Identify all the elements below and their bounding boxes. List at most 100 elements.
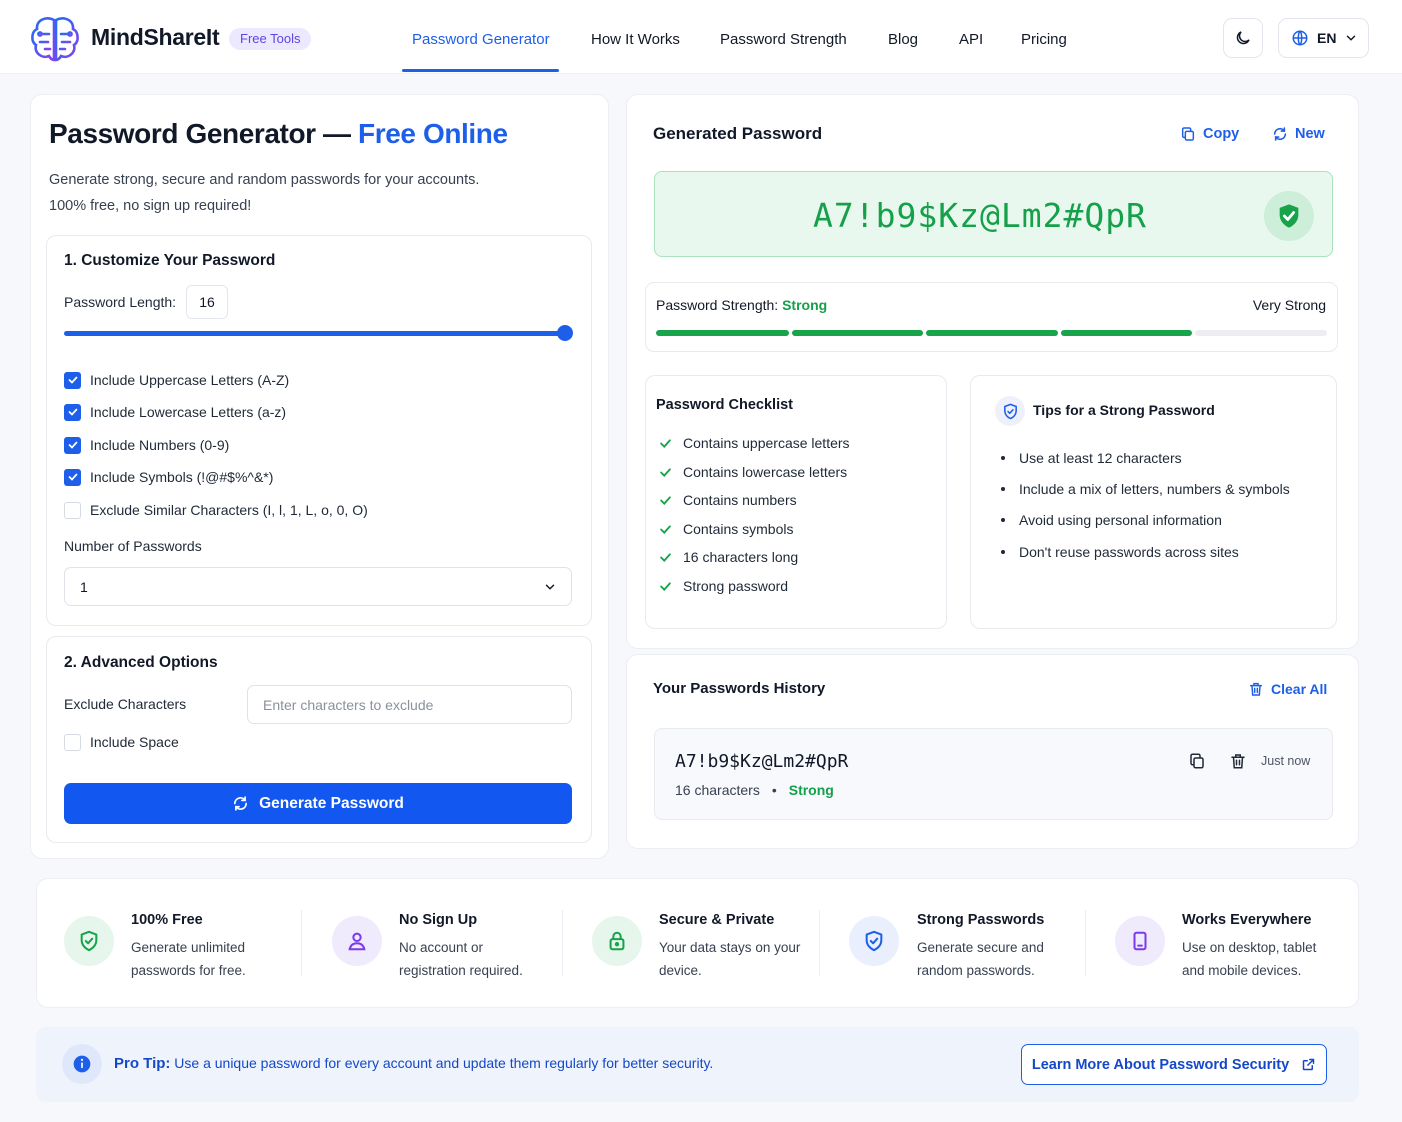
generated-password-box[interactable]: A7!b9$Kz@Lm2#QpR [654,171,1333,257]
nav-pricing[interactable]: Pricing [1021,31,1067,48]
learn-more-button[interactable]: Learn More About Password Security [1021,1044,1327,1085]
generated-title: Generated Password [653,124,823,143]
brain-logo-icon[interactable] [28,14,82,62]
feature-divider [819,910,820,976]
history-title: Your Passwords History [653,680,826,697]
checkbox-unchecked[interactable] [64,733,81,751]
tablet-icon [1133,931,1147,951]
feature-title: Secure & Private [659,912,775,928]
copy-icon[interactable] [1188,752,1206,770]
bullet [1001,487,1005,491]
clear-all-label: Clear All [1271,681,1328,697]
history-length: 16 characters [675,782,760,798]
nav-active-indicator [402,69,559,72]
moon-icon [1236,31,1250,45]
nav-password-generator[interactable]: Password Generator [412,31,550,48]
generate-password-button[interactable]: Generate Password [64,783,572,824]
learn-more-label: Learn More About Password Security [1031,1056,1290,1073]
option-numbers[interactable]: Include Numbers (0-9) [64,435,229,455]
strength-value: Strong [782,297,828,313]
top-header: MindShareIt Free Tools Password Generato… [0,0,1402,74]
theme-toggle-button[interactable] [1223,18,1263,58]
nav-how-it-works[interactable]: How It Works [591,31,680,48]
checklist-text: Contains lowercase letters [683,464,848,480]
user-icon [348,932,366,951]
feature-title: Works Everywhere [1182,912,1312,928]
feature-badge-free [64,916,114,966]
checklist-item: 16 characters long [658,549,798,565]
shield-check-icon [1003,403,1017,419]
info-badge [62,1044,102,1084]
history-password[interactable]: A7!b9$Kz@Lm2#QpR [675,751,848,772]
length-value-field[interactable]: 16 [186,285,228,319]
tip-text: Use at least 12 characters [1019,450,1182,466]
exclude-characters-input[interactable] [247,685,572,724]
strength-segment-3 [926,330,1058,336]
lock-icon [609,931,625,951]
exclude-label: Exclude Characters [64,696,187,712]
trash-icon[interactable] [1229,752,1247,770]
check-icon [660,552,671,562]
option-uppercase[interactable]: Include Uppercase Letters (A-Z) [64,370,289,390]
checkbox-unchecked[interactable] [64,501,81,519]
strength-max-label: Very Strong [1252,297,1326,313]
checklist-item: Contains lowercase letters [658,464,847,480]
length-slider-track[interactable] [64,331,566,336]
nav-password-strength[interactable]: Password Strength [720,31,847,48]
length-slider-handle[interactable] [557,325,573,341]
brand-name[interactable]: MindShareIt [91,24,220,51]
feature-badge-nosignup [332,916,382,966]
checklist-title: Password Checklist [656,397,793,413]
page-title-accent: Free Online [358,118,508,149]
check-icon [68,408,77,416]
check-icon [68,473,77,481]
check-icon [68,441,77,449]
nav-blog[interactable]: Blog [888,31,918,48]
trash-icon [1249,682,1263,696]
free-tools-badge: Free Tools [229,28,312,50]
language-selector[interactable]: EN [1278,18,1369,58]
option-lowercase[interactable]: Include Lowercase Letters (a-z) [64,402,286,422]
option-label: Include Lowercase Letters (a-z) [90,404,287,420]
check-icon [68,376,77,384]
copy-button[interactable]: Copy [1180,126,1239,142]
new-label: New [1295,126,1325,142]
option-include-space[interactable]: Include Space [64,732,179,752]
checklist-item: Contains numbers [658,492,797,508]
clear-all-button[interactable]: Clear All [1248,681,1327,697]
pro-tip-message: Use a unique password for every account … [174,1055,714,1071]
count-value: 1 [80,578,88,595]
check-icon [660,467,671,477]
chevron-down-icon [1347,35,1356,41]
nav-api[interactable]: API [959,31,983,48]
bullet [1001,456,1005,460]
tip-item: Avoid using personal information [1001,512,1222,528]
checkbox-checked[interactable] [64,371,81,389]
copy-label: Copy [1203,126,1240,142]
language-code: EN [1317,30,1337,46]
checkbox-checked[interactable] [64,403,81,421]
checklist-text: Strong password [683,578,789,594]
checkbox-checked[interactable] [64,468,81,486]
checkbox-checked[interactable] [64,436,81,454]
shield-check-icon [80,930,98,952]
bullet [1001,550,1005,554]
check-icon [660,581,671,591]
history-entry[interactable]: A7!b9$Kz@Lm2#QpR 16 characters • Strong … [654,728,1333,820]
advanced-title: 2. Advanced Options [64,654,218,671]
count-select[interactable]: 1 [64,567,572,606]
count-label: Number of Passwords [64,538,202,554]
new-password-button[interactable]: New [1272,126,1325,142]
option-exclude-similar[interactable]: Exclude Similar Characters (I, l, 1, L, … [64,500,368,520]
generated-password-text[interactable]: A7!b9$Kz@Lm2#QpR [655,196,1305,235]
page-lead: Generate strong, secure and random passw… [49,167,529,219]
tips-badge [995,396,1025,426]
checklist-item: Contains uppercase letters [658,435,850,451]
history-separator: • [771,782,777,798]
pro-tip-text: Pro Tip: Use a unique password for every… [114,1055,713,1072]
secure-badge [1264,191,1314,241]
option-symbols[interactable]: Include Symbols (!@#$%^&*) [64,467,273,487]
feature-title: 100% Free [131,912,203,928]
checklist-text: 16 characters long [683,549,799,565]
feature-desc: Use on desktop, tablet and mobile device… [1182,940,1317,978]
